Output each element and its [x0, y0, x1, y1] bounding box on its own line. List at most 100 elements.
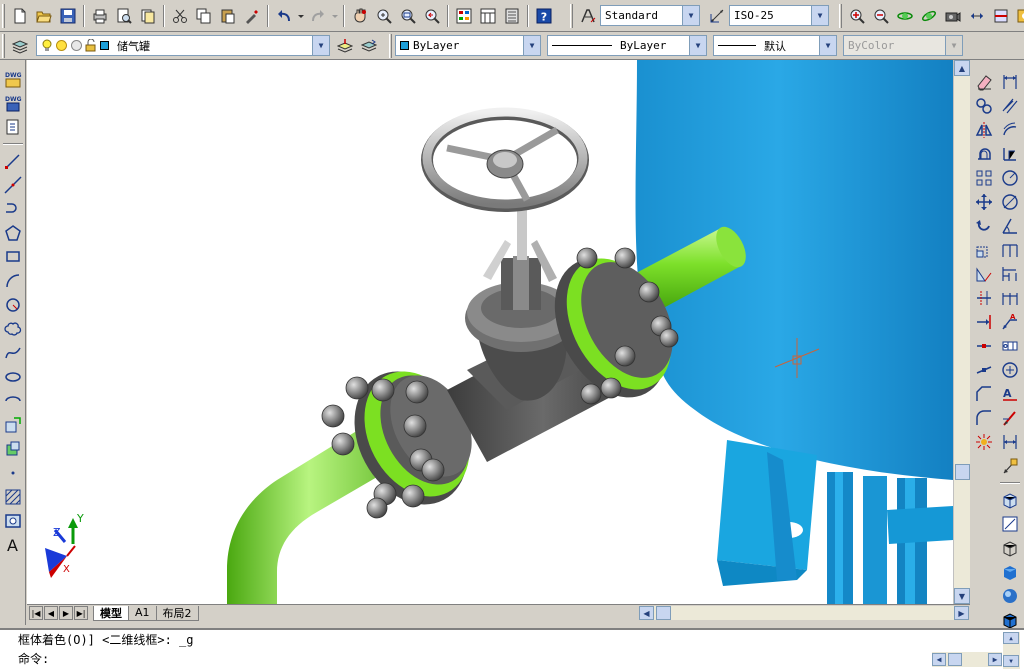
cut-icon[interactable] — [169, 5, 191, 27]
break-icon[interactable] — [973, 335, 995, 357]
continuous-orbit-icon[interactable] — [918, 5, 940, 27]
stretch-icon[interactable] — [973, 263, 995, 285]
3d-distance-icon[interactable] — [966, 5, 988, 27]
toolbar-grip[interactable] — [2, 3, 5, 28]
dimension-update-icon[interactable] — [999, 431, 1021, 453]
scroll-up-icon[interactable]: ▲ — [1003, 632, 1019, 644]
scroll-down-icon[interactable]: ▼ — [1003, 655, 1019, 667]
tab-layout2[interactable]: 布局2 — [155, 605, 199, 621]
command-window[interactable]: 框体着色(O)] <二维线框>: _g 命令: ◀ ▶ ▲ ▼ — [0, 628, 1024, 670]
dwg-save-icon[interactable]: DWG — [2, 92, 24, 114]
scroll-right-icon[interactable]: ▶ — [954, 606, 969, 620]
zoom-in-icon[interactable] — [846, 5, 868, 27]
first-tab-icon[interactable]: |◀ — [29, 606, 43, 620]
scroll-left-icon[interactable]: ◀ — [639, 606, 654, 620]
undo-dropdown-icon[interactable] — [297, 5, 305, 27]
paste-icon[interactable] — [217, 5, 239, 27]
scroll-left-icon[interactable]: ◀ — [932, 653, 946, 666]
angular-dimension-icon[interactable] — [999, 215, 1021, 237]
circle-icon[interactable] — [2, 294, 24, 316]
command-vscroll[interactable]: ▲ ▼ — [1003, 632, 1020, 669]
make-object-layer-current-icon[interactable] — [334, 35, 356, 57]
polyline-icon[interactable] — [2, 198, 24, 220]
dim-style-select[interactable]: ISO-25 ▼ — [729, 5, 829, 26]
layer-manager-icon[interactable] — [9, 35, 31, 57]
zoom-realtime-icon[interactable] — [373, 5, 395, 27]
command-hscroll-thumb[interactable] — [948, 653, 962, 666]
prev-tab-icon[interactable]: ◀ — [44, 606, 58, 620]
render-icon[interactable] — [1014, 5, 1024, 27]
ellipse-icon[interactable] — [2, 366, 24, 388]
save-icon[interactable] — [57, 5, 79, 27]
wireframe-cube-icon[interactable] — [999, 537, 1021, 559]
design-center-icon[interactable] — [477, 5, 499, 27]
explode-icon[interactable] — [973, 431, 995, 453]
aligned-dimension-icon[interactable] — [999, 95, 1021, 117]
offset-icon[interactable] — [973, 143, 995, 165]
properties-icon[interactable] — [453, 5, 475, 27]
dimension-style-icon[interactable] — [999, 455, 1021, 477]
tool-palettes-icon[interactable] — [501, 5, 523, 27]
zoom-out-icon[interactable] — [870, 5, 892, 27]
zoom-window-icon[interactable] — [397, 5, 419, 27]
copy-icon[interactable] — [193, 5, 215, 27]
scroll-up-icon[interactable]: ▲ — [954, 60, 970, 76]
hatch-icon[interactable] — [2, 486, 24, 508]
3d-clip-icon[interactable] — [990, 5, 1012, 27]
scroll-right-icon[interactable]: ▶ — [988, 653, 1002, 666]
linetype-control-select[interactable]: ByLayer ▼ — [547, 35, 707, 56]
quick-dimension-icon[interactable] — [999, 239, 1021, 261]
gouraud-shaded-icon[interactable] — [999, 585, 1021, 607]
dwf-icon[interactable] — [2, 116, 24, 138]
tab-a1[interactable]: A1 — [128, 605, 157, 621]
match-properties-icon[interactable] — [241, 5, 263, 27]
flat-shaded-icon[interactable] — [999, 561, 1021, 583]
extend-icon[interactable] — [973, 311, 995, 333]
join-icon[interactable] — [973, 359, 995, 381]
redo-icon[interactable] — [307, 5, 329, 27]
command-prompt[interactable]: 命令: — [18, 651, 49, 667]
line-icon[interactable] — [2, 150, 24, 172]
drawing-viewport[interactable]: Y Z X — [27, 60, 953, 604]
spline-icon[interactable] — [2, 342, 24, 364]
polygon-icon[interactable] — [2, 222, 24, 244]
center-mark-icon[interactable] — [999, 359, 1021, 381]
fillet-icon[interactable] — [973, 407, 995, 429]
diameter-dimension-icon[interactable] — [999, 191, 1021, 213]
plot-icon[interactable] — [89, 5, 111, 27]
continue-dimension-icon[interactable] — [999, 287, 1021, 309]
dwg-open-icon[interactable]: DWG — [2, 68, 24, 90]
text-style-select[interactable]: Standard ▼ — [600, 5, 700, 26]
ellipse-arc-icon[interactable] — [2, 390, 24, 412]
trim-icon[interactable] — [973, 287, 995, 309]
horizontal-scroll-thumb[interactable] — [656, 606, 671, 620]
horizontal-scrollbar[interactable]: ◀ ▶ — [639, 606, 969, 620]
make-block-icon[interactable] — [2, 438, 24, 460]
plot-preview-icon[interactable] — [113, 5, 135, 27]
multiline-text-icon[interactable]: A — [2, 534, 24, 556]
scroll-down-icon[interactable]: ▼ — [954, 588, 970, 604]
construction-line-icon[interactable] — [2, 174, 24, 196]
arc-length-icon[interactable] — [999, 119, 1021, 141]
pan-icon[interactable] — [349, 5, 371, 27]
dimension-text-edit-icon[interactable] — [999, 407, 1021, 429]
erase-icon[interactable] — [973, 71, 995, 93]
scale-icon[interactable] — [973, 239, 995, 261]
array-icon[interactable] — [973, 167, 995, 189]
move-icon[interactable] — [973, 191, 995, 213]
revision-cloud-icon[interactable] — [2, 318, 24, 340]
chamfer-icon[interactable] — [973, 383, 995, 405]
publish-icon[interactable] — [137, 5, 159, 27]
insert-block-icon[interactable] — [2, 414, 24, 436]
command-hscroll[interactable]: ◀ ▶ — [932, 652, 1002, 667]
new-icon[interactable] — [9, 5, 31, 27]
dimension-edit-icon[interactable]: A — [999, 383, 1021, 405]
quick-leader-icon[interactable]: A — [999, 311, 1021, 333]
layer-previous-icon[interactable] — [358, 35, 380, 57]
last-tab-icon[interactable]: ▶| — [74, 606, 88, 620]
tolerance-icon[interactable] — [999, 335, 1021, 357]
redo-dropdown-icon[interactable] — [331, 5, 339, 27]
layer-select[interactable]: 储气罐 ▼ — [36, 35, 330, 56]
mirror-icon[interactable] — [973, 119, 995, 141]
copy-object-icon[interactable] — [973, 95, 995, 117]
